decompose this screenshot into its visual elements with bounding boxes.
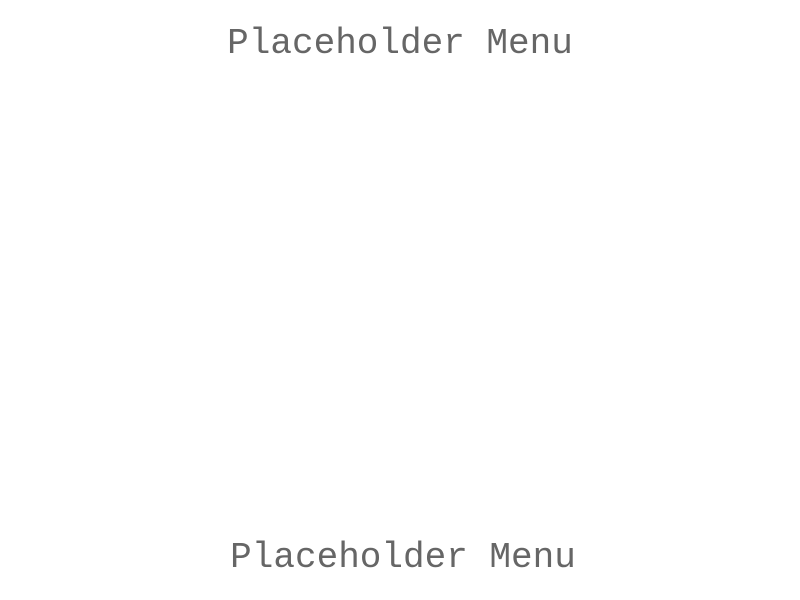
menu-screen: Placeholder Menu Placeholder Menu xyxy=(0,0,800,600)
bottom-placeholder-menu[interactable]: Placeholder Menu xyxy=(3,538,800,578)
top-placeholder-menu[interactable]: Placeholder Menu xyxy=(0,24,800,64)
